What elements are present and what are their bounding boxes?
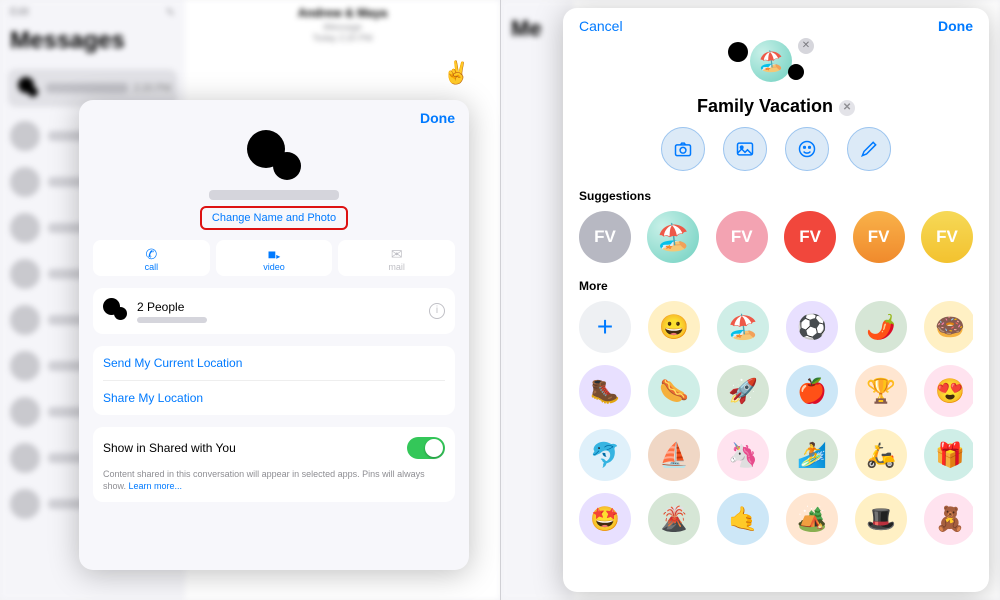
action-buttons: ✆ call ■▸ video ✉ mail bbox=[93, 240, 455, 276]
group-avatar bbox=[239, 130, 309, 186]
emoji-option[interactable]: 🤙 bbox=[717, 493, 769, 545]
suggestion-item[interactable]: FV bbox=[921, 211, 973, 263]
emoji-option[interactable]: ⛵ bbox=[648, 429, 700, 481]
group-photo[interactable]: 🏖️ bbox=[750, 40, 792, 82]
mail-icon: ✉ bbox=[338, 246, 455, 262]
group-avatar-preview: 🏖️ ✕ bbox=[726, 36, 826, 92]
done-button[interactable]: Done bbox=[938, 18, 973, 34]
more-label: More bbox=[579, 279, 973, 293]
name-photo-editor: Cancel Done 🏖️ ✕ Family Vacation✕ Sugges… bbox=[563, 8, 989, 592]
learn-more-link[interactable]: Learn more... bbox=[129, 481, 183, 491]
people-row[interactable]: 2 People i bbox=[103, 288, 445, 334]
call-button[interactable]: ✆ call bbox=[93, 240, 210, 276]
emoji-option[interactable]: 🏄 bbox=[786, 429, 838, 481]
emoji-option[interactable]: 😀 bbox=[648, 301, 700, 353]
shared-with-you-toggle[interactable] bbox=[407, 437, 445, 459]
emoji-option[interactable]: 🎩 bbox=[855, 493, 907, 545]
emoji-option[interactable]: 🏖️ bbox=[717, 301, 769, 353]
emoji-option[interactable]: 🦄 bbox=[717, 429, 769, 481]
share-location-button[interactable]: Share My Location bbox=[103, 380, 445, 415]
people-count: 2 People bbox=[137, 300, 207, 314]
suggestion-item[interactable]: FV bbox=[579, 211, 631, 263]
photo-source-row bbox=[579, 127, 973, 171]
clear-name-icon[interactable]: ✕ bbox=[839, 100, 855, 116]
shared-with-you-hint: Content shared in this conversation will… bbox=[103, 469, 445, 502]
shared-with-you-row: Show in Shared with You bbox=[103, 427, 445, 469]
emoji-option[interactable]: 🌋 bbox=[648, 493, 700, 545]
emoji-option[interactable]: 🛵 bbox=[855, 429, 907, 481]
member-dot bbox=[788, 64, 804, 80]
mail-button: ✉ mail bbox=[338, 240, 455, 276]
emoji-button[interactable] bbox=[785, 127, 829, 171]
suggestion-item[interactable]: FV bbox=[853, 211, 905, 263]
clear-photo-icon[interactable]: ✕ bbox=[798, 38, 814, 54]
emoji-option[interactable]: 🥾 bbox=[579, 365, 631, 417]
right-screenshot: Me ✌️ Cancel Done 🏖️ ✕ Family Vacation✕ … bbox=[500, 0, 1000, 600]
camera-button[interactable] bbox=[661, 127, 705, 171]
emoji-option[interactable]: 🍩 bbox=[924, 301, 973, 353]
shared-with-you-section: Show in Shared with You Content shared i… bbox=[93, 427, 455, 502]
emoji-option[interactable]: 🧸 bbox=[924, 493, 973, 545]
messages-title: Messages bbox=[0, 25, 185, 63]
group-name-field[interactable]: Family Vacation✕ bbox=[579, 96, 973, 117]
emoji-option[interactable]: 🌶️ bbox=[855, 301, 907, 353]
emoji-option[interactable]: ⚽ bbox=[786, 301, 838, 353]
pinned-name-redacted bbox=[46, 83, 128, 93]
phone-icon: ✆ bbox=[93, 246, 210, 262]
compose-icon[interactable]: ✎ bbox=[166, 6, 175, 19]
emoji-option[interactable]: 🎁 bbox=[924, 429, 973, 481]
cancel-button[interactable]: Cancel bbox=[579, 18, 623, 34]
member-dot bbox=[728, 42, 748, 62]
suggestions-row: FV 🏖️ FV FV FV FV bbox=[579, 211, 973, 263]
suggestions-label: Suggestions bbox=[579, 189, 973, 203]
people-avatar bbox=[103, 298, 129, 324]
info-icon[interactable]: i bbox=[429, 303, 445, 319]
emoji-option[interactable]: 🤩 bbox=[579, 493, 631, 545]
suggestion-item[interactable]: FV bbox=[784, 211, 836, 263]
conversation-details-card: Done Change Name and Photo ✆ call ■▸ vid… bbox=[79, 100, 469, 570]
emoji-option[interactable]: 🏕️ bbox=[786, 493, 838, 545]
more-grid: + 😀 🏖️ ⚽ 🌶️ 🍩 🥾 🌭 🚀 🍎 🏆 😍 🐬 ⛵ 🦄 🏄 🛵 🎁 🤩 🌋 🤙 🏕️ 🎩 🧸 bbox=[579, 301, 973, 545]
add-emoji-button[interactable]: + bbox=[579, 301, 631, 353]
conversation-meta: iMessage Today 2:20 PM bbox=[191, 22, 494, 44]
emoji-option[interactable]: 🐬 bbox=[579, 429, 631, 481]
video-button[interactable]: ■▸ video bbox=[216, 240, 333, 276]
peace-emoji-message: ✌️ bbox=[443, 60, 470, 86]
left-screenshot: Edit ✎ Messages 2:20 PM bbox=[0, 0, 500, 600]
emoji-option[interactable]: 🍎 bbox=[786, 365, 838, 417]
pinned-time: 2:20 PM bbox=[134, 83, 171, 94]
suggestion-item[interactable]: 🏖️ bbox=[647, 211, 699, 263]
conversation-name: Andrew & Maya bbox=[191, 6, 494, 20]
group-name-redacted bbox=[209, 190, 339, 200]
change-name-photo-link[interactable]: Change Name and Photo bbox=[200, 206, 348, 230]
emoji-option[interactable]: 🏆 bbox=[855, 365, 907, 417]
pencil-button[interactable] bbox=[847, 127, 891, 171]
pinned-avatar bbox=[14, 75, 40, 101]
photos-button[interactable] bbox=[723, 127, 767, 171]
emoji-option[interactable]: 😍 bbox=[924, 365, 973, 417]
people-section: 2 People i bbox=[93, 288, 455, 334]
send-location-button[interactable]: Send My Current Location bbox=[103, 346, 445, 380]
video-icon: ■▸ bbox=[216, 246, 333, 262]
suggestion-item[interactable]: FV bbox=[716, 211, 768, 263]
done-button[interactable]: Done bbox=[93, 110, 455, 126]
emoji-option[interactable]: 🚀 bbox=[717, 365, 769, 417]
location-section: Send My Current Location Share My Locati… bbox=[93, 346, 455, 415]
emoji-option[interactable]: 🌭 bbox=[648, 365, 700, 417]
people-sub-redacted bbox=[137, 317, 207, 323]
edit-link[interactable]: Edit bbox=[10, 6, 29, 19]
